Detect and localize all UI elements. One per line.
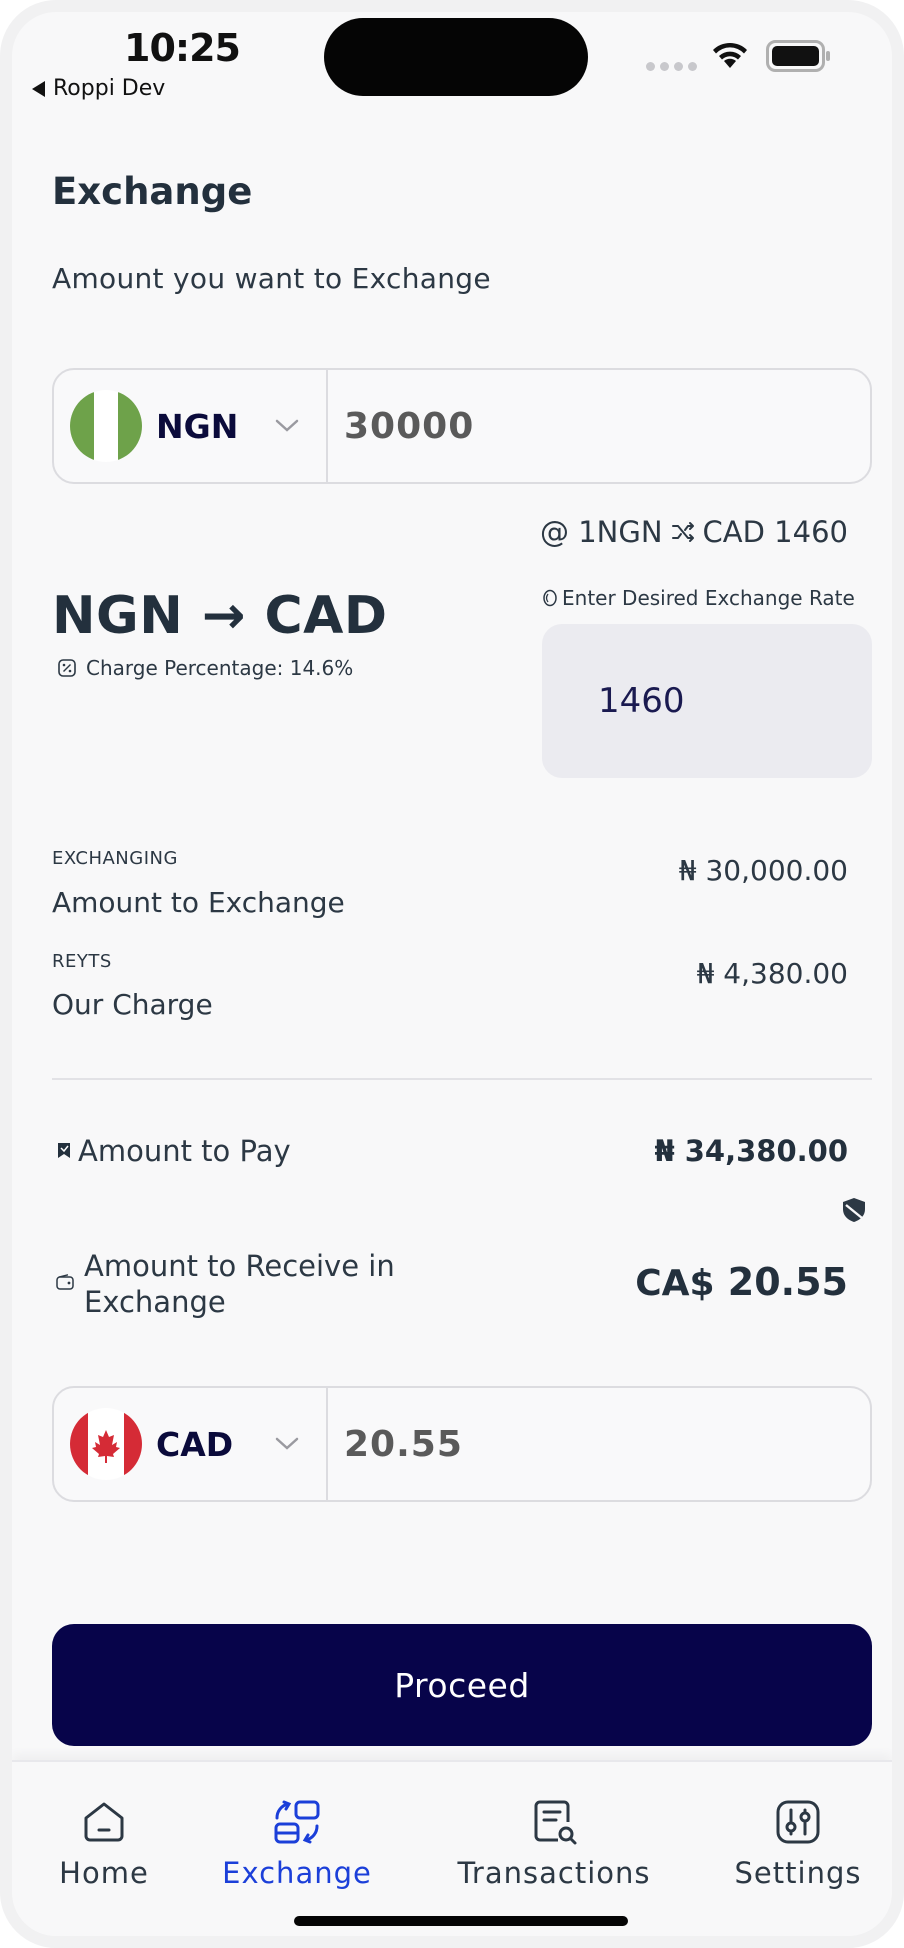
back-to-app-link[interactable]: Roppi Dev	[32, 76, 165, 101]
nigeria-flag-icon	[70, 390, 142, 462]
percent-icon	[58, 659, 76, 677]
currency-pair: NGN → CAD	[52, 586, 388, 646]
back-app-label: Roppi Dev	[53, 76, 166, 101]
wallet-icon	[56, 1274, 74, 1290]
transactions-icon	[534, 1800, 577, 1845]
tab-transactions-label: Transactions	[457, 1856, 651, 1890]
from-amount-box: NGN 30000	[52, 368, 872, 484]
battery-icon	[766, 40, 830, 72]
charge-percentage-text: Charge Percentage: 14.6%	[86, 656, 354, 680]
wifi-icon	[713, 42, 747, 68]
our-charge-value: ₦ 4,380.00	[696, 957, 848, 990]
tab-settings[interactable]: Settings	[728, 1798, 868, 1890]
back-arrow-icon	[32, 80, 45, 97]
shuffle-icon	[671, 522, 694, 542]
app-screen: 10:25 Roppi Dev Exchange Amount you want…	[0, 0, 904, 1948]
tab-exchange[interactable]: Exchange	[222, 1798, 372, 1890]
settings-icon	[776, 1800, 820, 1844]
exchange-icon	[274, 1800, 320, 1844]
amount-to-receive-label: Amount to Receive in Exchange	[56, 1248, 395, 1320]
page-title: Exchange	[52, 170, 253, 213]
to-amount-input[interactable]: 20.55	[328, 1424, 463, 1465]
divider	[52, 1078, 872, 1080]
amount-to-pay-text: Amount to Pay	[78, 1134, 291, 1168]
home-indicator[interactable]	[294, 1916, 628, 1926]
rate-line: @ 1NGN CAD 1460	[540, 515, 848, 549]
amount-to-receive-value: CA$ 20.55	[635, 1260, 848, 1304]
tab-home-label: Home	[59, 1856, 149, 1890]
tab-transactions[interactable]: Transactions	[454, 1798, 654, 1890]
home-icon	[84, 1802, 124, 1842]
cellular-signal-icon	[646, 62, 697, 71]
chevron-down-icon	[275, 419, 299, 432]
charge-percentage: Charge Percentage: 14.6%	[58, 656, 353, 680]
dynamic-island	[324, 18, 588, 96]
reyts-tag: REYTS	[52, 951, 112, 972]
rate-prefix: @ 1NGN	[540, 515, 663, 549]
from-amount-input[interactable]: 30000	[328, 406, 474, 447]
amount-to-exchange-value: ₦ 30,000.00	[678, 854, 848, 887]
amount-to-pay-value: ₦ 34,380.00	[654, 1134, 848, 1168]
receive-currency-prefix: CA$	[635, 1263, 715, 1304]
from-currency-selector[interactable]: NGN	[54, 370, 328, 482]
to-currency-code: CAD	[156, 1424, 234, 1464]
desired-rate-label-text: Enter Desired Exchange Rate	[562, 586, 855, 610]
desired-rate-input[interactable]: 1460	[542, 624, 872, 778]
from-currency-code: NGN	[156, 406, 239, 446]
tab-settings-label: Settings	[734, 1856, 862, 1890]
to-currency-selector[interactable]: CAD	[54, 1388, 328, 1500]
to-amount-box: CAD 20.55	[52, 1386, 872, 1502]
exchanging-tag: EXCHANGING	[52, 848, 178, 869]
canada-flag-icon	[70, 1408, 142, 1480]
tab-home[interactable]: Home	[38, 1798, 170, 1890]
status-time: 10:25	[124, 26, 241, 70]
amount-to-receive-line1: Amount to Receive in	[84, 1249, 395, 1283]
rate-suffix: CAD 1460	[702, 515, 848, 549]
our-charge-label: Our Charge	[52, 988, 213, 1021]
amount-to-exchange-label: Amount to Exchange	[52, 886, 345, 919]
chevron-down-icon	[275, 1437, 299, 1450]
amount-to-receive-line2: Exchange	[84, 1285, 226, 1319]
desired-rate-label: Enter Desired Exchange Rate	[542, 586, 855, 610]
tab-exchange-label: Exchange	[222, 1856, 372, 1890]
shield-icon	[843, 1198, 865, 1222]
rate-coin-icon	[543, 589, 557, 607]
proceed-button[interactable]: Proceed	[52, 1624, 872, 1746]
amount-to-pay-label: Amount to Pay	[56, 1134, 291, 1168]
page-subtitle: Amount you want to Exchange	[52, 262, 491, 295]
receive-amount: 20.55	[727, 1260, 848, 1304]
receipt-icon	[58, 1143, 70, 1158]
